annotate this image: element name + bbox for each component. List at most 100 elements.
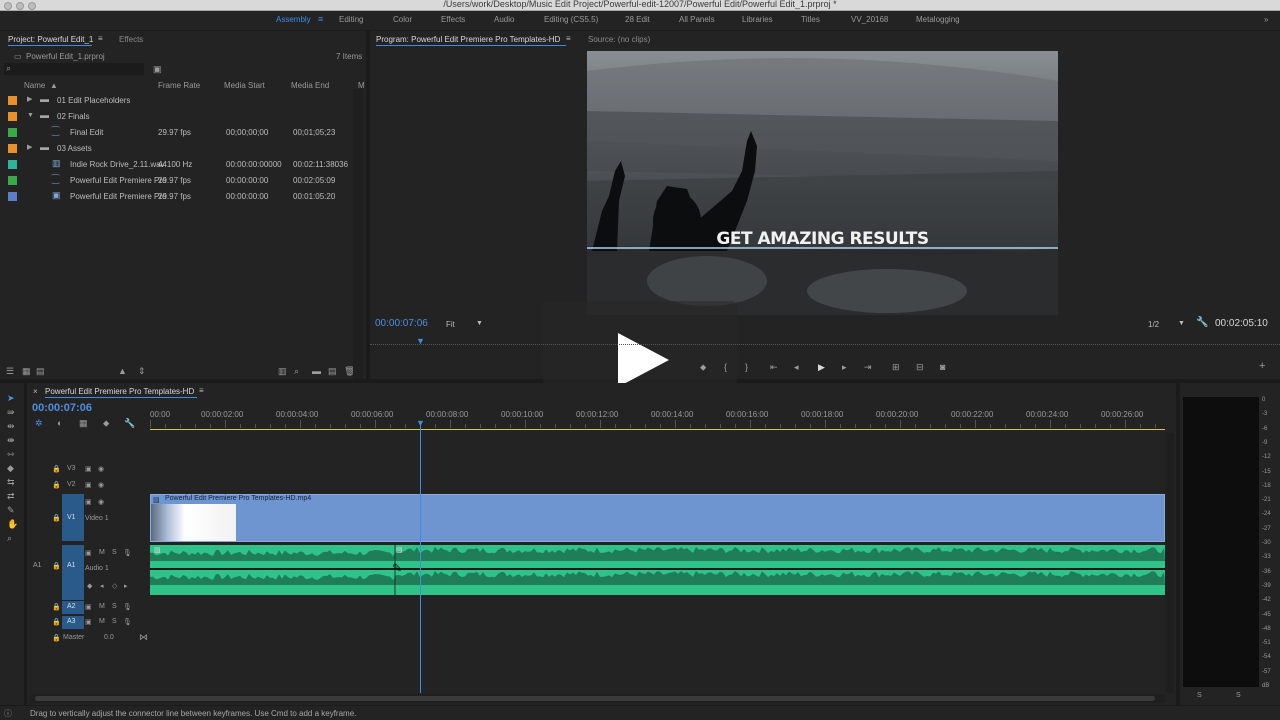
razor-tool-icon[interactable]: ◆: [7, 464, 14, 473]
selection-tool-icon[interactable]: ➤: [7, 394, 15, 403]
mark-in-icon[interactable]: {: [724, 363, 727, 372]
a2-solo-button[interactable]: S: [112, 603, 117, 610]
rolling-edit-tool-icon[interactable]: ⇼: [7, 436, 15, 445]
step-forward-icon[interactable]: ▸: [842, 363, 847, 372]
collapse-triangle-icon[interactable]: ▼: [27, 111, 34, 120]
linked-selection-icon[interactable]: ◐: [57, 419, 62, 428]
label-color-chip[interactable]: [8, 192, 17, 201]
a2-label[interactable]: A2: [67, 603, 76, 610]
workspace-color[interactable]: Color: [393, 15, 412, 24]
rate-stretch-tool-icon[interactable]: ⇿: [7, 450, 15, 459]
time-ruler[interactable]: 00:00 00:00:02:00 00:00:04:00 00:00:06:00 00…: [150, 405, 1165, 430]
project-row[interactable]: ▼ ▬ 02 Finals: [4, 108, 356, 124]
expand-triangle-icon[interactable]: ▶: [27, 95, 32, 104]
audio-clip[interactable]: ▨ ▨ ✎: [150, 545, 1165, 595]
video-clip[interactable]: ▨ Powerful Edit Premiere Pro Templates-H…: [150, 494, 1165, 542]
timeline-h-scrollbar[interactable]: [31, 694, 1165, 703]
a1-mute-button[interactable]: M: [99, 549, 105, 556]
export-frame-icon[interactable]: ◙: [940, 363, 945, 372]
sequence-tab-menu-icon[interactable]: ≡: [199, 386, 204, 395]
a2-mute-button[interactable]: M: [99, 603, 105, 610]
a1-source-label[interactable]: A1: [33, 562, 42, 569]
pen-tool-icon[interactable]: ✎: [7, 506, 15, 515]
sequence-tab[interactable]: Powerful Edit Premiere Pro Templates-HD: [45, 387, 194, 396]
a1-next-keyframe-icon[interactable]: ▸: [124, 582, 128, 590]
resolution-dropdown[interactable]: 1/2: [1148, 320, 1159, 329]
video-clip-fx-icon[interactable]: ▨: [153, 496, 160, 504]
mark-out-icon[interactable]: }: [745, 363, 748, 372]
slip-tool-icon[interactable]: ⇆: [7, 478, 15, 487]
new-item-icon[interactable]: ▤: [328, 367, 337, 376]
col-media-end[interactable]: Media End: [291, 81, 329, 90]
v3-sync-icon[interactable]: ▣: [85, 465, 92, 473]
program-tab[interactable]: Program: Powerful Edit Premiere Pro Temp…: [376, 35, 560, 44]
timeline-settings-icon[interactable]: 🔧: [124, 419, 135, 428]
project-row[interactable]: ⁐ Powerful Edit Premiere Pro 29.97 fps 00:0…: [4, 172, 356, 188]
audio-clip-fx-icon[interactable]: ▨: [154, 546, 161, 554]
fit-dropdown[interactable]: Fit: [446, 320, 455, 329]
insert-sequence-icon[interactable]: ▦: [79, 419, 88, 428]
step-back-icon[interactable]: ◂: [794, 363, 799, 372]
col-frame-rate[interactable]: Frame Rate: [158, 81, 200, 90]
a1-source-patch[interactable]: [62, 545, 84, 600]
icon-view-icon[interactable]: ▦: [22, 367, 31, 376]
label-color-chip[interactable]: [8, 144, 17, 153]
project-tab-menu-icon[interactable]: ≡: [98, 34, 103, 43]
add-marker-timeline-icon[interactable]: ⬥: [103, 419, 109, 428]
add-button-icon[interactable]: +: [1259, 361, 1265, 372]
list-view-icon[interactable]: ☰: [6, 367, 14, 376]
track-select-tool-icon[interactable]: ⇛: [7, 408, 15, 417]
project-search-input[interactable]: ⌕: [4, 63, 144, 75]
label-color-chip[interactable]: [8, 128, 17, 137]
workspace-libraries[interactable]: Libraries: [742, 15, 773, 24]
workspace-vv20168[interactable]: VV_20168: [851, 15, 888, 24]
master-expand-icon[interactable]: ⋈: [139, 632, 148, 643]
a1-keyframe-icon[interactable]: ◆: [87, 582, 92, 590]
program-video-frame[interactable]: GET AMAZING RESULTS: [587, 51, 1058, 315]
v2-sync-icon[interactable]: ▣: [85, 481, 92, 489]
program-playhead-icon[interactable]: ▼: [416, 336, 425, 346]
automate-to-sequence-icon[interactable]: ▥: [278, 367, 287, 376]
v2-label[interactable]: V2: [67, 481, 76, 488]
settings-wrench-icon[interactable]: 🔧: [1196, 317, 1208, 328]
slide-tool-icon[interactable]: ⇄: [7, 492, 15, 501]
a1-prev-keyframe-icon[interactable]: ◂: [100, 582, 104, 590]
workspace-titles[interactable]: Titles: [801, 15, 820, 24]
v2-lock-icon[interactable]: 🔒: [52, 481, 61, 489]
freeform-view-icon[interactable]: ▤: [36, 367, 45, 376]
expand-triangle-icon[interactable]: ▶: [27, 143, 32, 152]
workspace-assembly[interactable]: Assembly: [276, 15, 311, 24]
v1-eye-icon[interactable]: ◉: [98, 498, 104, 506]
project-row[interactable]: ▶ ▬ 03 Assets: [4, 140, 356, 156]
a3-solo-button[interactable]: S: [112, 618, 117, 625]
close-sequence-icon[interactable]: ×: [33, 387, 38, 396]
meter-solo-left-button[interactable]: S: [1197, 692, 1202, 699]
a3-voiceover-icon[interactable]: 🎙: [123, 618, 132, 626]
workspace-menu-icon[interactable]: ≡: [318, 14, 323, 24]
a1-label[interactable]: A1: [67, 562, 76, 569]
v2-eye-icon[interactable]: ◉: [98, 481, 104, 489]
go-to-out-icon[interactable]: ⇥: [864, 363, 872, 372]
effects-tab[interactable]: Effects: [119, 35, 143, 44]
workspace-metalogging[interactable]: Metalogging: [916, 15, 960, 24]
play-icon[interactable]: ▶: [818, 363, 825, 372]
source-tab[interactable]: Source: (no clips): [588, 35, 650, 44]
program-mini-ruler[interactable]: [370, 337, 1280, 345]
label-color-chip[interactable]: [8, 160, 17, 169]
project-tab[interactable]: Project: Powerful Edit_1: [8, 35, 93, 44]
col-name[interactable]: Name: [24, 81, 45, 90]
a1-solo-button[interactable]: S: [112, 549, 117, 556]
v3-label[interactable]: V3: [67, 465, 76, 472]
label-color-chip[interactable]: [8, 96, 17, 105]
timeline-h-scroll-thumb[interactable]: [35, 696, 1155, 701]
timeline-v-scrollbar[interactable]: [1165, 433, 1174, 693]
a1-add-keyframe-icon[interactable]: ◇: [112, 582, 117, 590]
zoom-tool-icon[interactable]: ⌕: [7, 534, 12, 543]
label-color-chip[interactable]: [8, 176, 17, 185]
a1-lock-icon[interactable]: 🔒: [52, 562, 61, 570]
project-row[interactable]: ⁐ Final Edit 29.97 fps 00;00;00;00 00;01;05;…: [4, 124, 356, 140]
add-marker-icon[interactable]: ⬥: [700, 363, 706, 372]
work-area-bar[interactable]: [150, 429, 1165, 430]
ripple-edit-tool-icon[interactable]: ⇹: [7, 422, 15, 431]
find-icon[interactable]: ⌕: [294, 367, 299, 376]
